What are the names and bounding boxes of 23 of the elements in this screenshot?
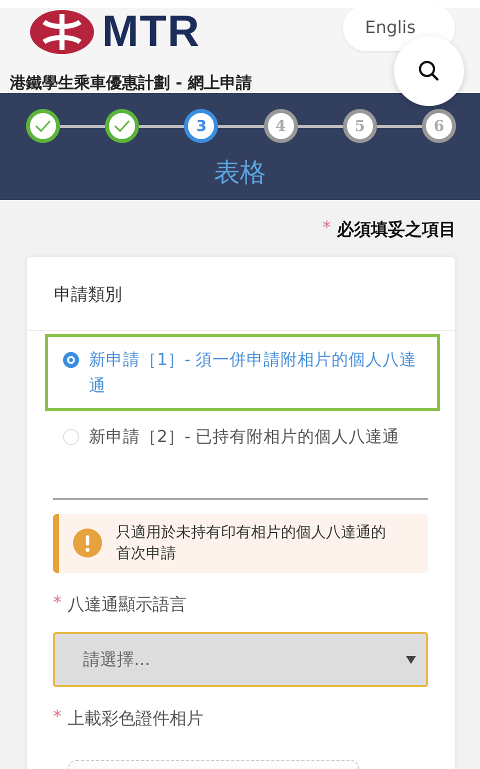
required-mark: * [53,707,62,730]
section-title: 申請類別 [27,257,455,331]
step-title: 表格 [213,157,267,190]
step-indicator: 4 [264,109,298,143]
step-indicator: 6 [422,109,456,143]
caret-icon [406,656,416,664]
required-mark: * [53,593,62,616]
required-note: 必須填妥之項目 [337,219,456,241]
alert-text: 只適用於未持有印有相片的個人八達通的首次申請 [116,522,388,564]
search-icon [417,59,441,83]
logo-text: MTR [102,10,200,54]
field-label: 上載彩色證件相片 [68,708,204,730]
step-indicator: 3 [184,109,218,143]
check-icon [35,120,51,132]
page-title: 港鐵學生乘車優惠計劃 - 網上申請 [10,72,252,94]
field-label: 八達通顯示語言 [68,594,186,616]
language-select[interactable]: 請選擇... [53,632,428,688]
logo-icon [30,10,94,54]
check-icon [114,120,130,132]
warning-icon [73,526,102,560]
radio-option[interactable]: 新申請［2］- 已持有附相片的個人八達通 [45,411,440,463]
required-mark: * [322,218,331,240]
step-indicator: 5 [342,109,377,143]
